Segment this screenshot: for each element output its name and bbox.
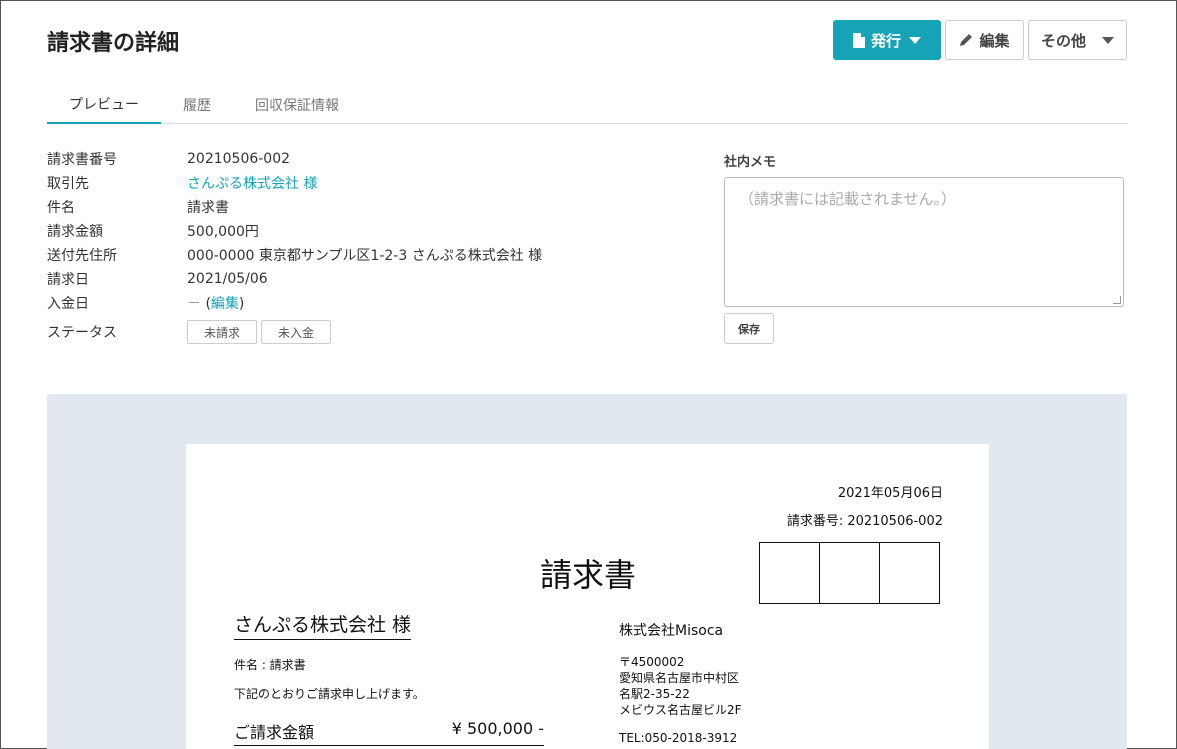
edit-button-label: 編集 [979,31,1010,50]
detail-row-invoice-number: 請求書番号 20210506-002 [47,147,542,171]
invoice-sheet: 2021年05月06日 請求番号: 20210506-002 請求書 さんぷる株… [186,444,989,749]
page-title: 請求書の詳細 [47,31,180,56]
detail-label: 請求書番号 [47,152,117,168]
detail-label: 件名 [47,200,75,216]
detail-label: 請求金額 [47,224,103,240]
preview-greeting: 下記のとおりご請求申し上げます。 [234,687,425,701]
payment-date-edit-link[interactable]: 編集 [211,296,239,312]
preview-amount-row: ご請求金額 ¥ 500,000 - [234,719,544,746]
detail-label: 請求日 [47,272,89,288]
stamp-box [759,542,820,604]
invoice-details: 請求書番号 20210506-002 取引先 さんぷる株式会社 様 件名 請求書… [47,147,542,349]
detail-label: 取引先 [47,176,89,192]
detail-row-client: 取引先 さんぷる株式会社 様 [47,171,542,195]
resize-handle-icon[interactable] [1113,296,1121,304]
payment-date-value: － (編集) [187,293,244,313]
preview-address-line: メビウス名古屋ビル2F [619,703,742,717]
tab-history[interactable]: 履歴 [161,85,233,124]
edit-button[interactable]: 編集 [945,20,1024,60]
preview-doc-number: 請求番号: 20210506-002 [786,514,943,529]
preview-address-line: 愛知県名古屋市中村区 [619,671,740,685]
stamp-box [879,542,940,604]
preview-amount-label: ご請求金額 [234,723,315,742]
detail-label: ステータス [47,325,117,341]
address-value: 000-0000 東京都サンプル区1-2-3 さんぷる株式会社 様 [187,248,543,264]
issue-button-label: 発行 [870,31,901,50]
preview-address-line: 〒4500002 [619,655,685,669]
preview-address: 〒4500002 愛知県名古屋市中村区 名駅2-35-22 メビウス名古屋ビル2… [619,654,742,718]
preview-client: さんぷる株式会社 様 [234,610,412,640]
other-button[interactable]: その他 [1028,20,1127,60]
document-icon [852,32,865,48]
detail-row-address: 送付先住所 000-0000 東京都サンプル区1-2-3 さんぷる株式会社 様 [47,243,542,267]
stamp-box [819,542,880,604]
tab-bar: プレビュー 履歴 回収保証情報 [47,85,1128,124]
stamp-boxes [759,542,940,604]
save-memo-button[interactable]: 保存 [724,313,774,344]
detail-row-amount: 請求金額 500,000円 [47,219,542,243]
tab-preview[interactable]: プレビュー [47,85,161,124]
preview-date: 2021年05月06日 [837,486,943,501]
invoice-number-value: 20210506-002 [187,151,291,167]
status-badge: 未入金 [261,320,331,344]
chevron-down-icon [909,36,921,44]
memo-textarea[interactable]: （請求書には記載されません。） [724,177,1124,307]
chevron-down-icon [1102,36,1114,44]
preview-tel: TEL:050-2018-3912 [619,731,738,745]
status-badge: 未請求 [187,320,257,344]
client-link[interactable]: さんぷる株式会社 様 [187,173,317,193]
memo-label: 社内メモ [724,155,777,170]
detail-row-status: ステータス 未請求 未入金 [47,315,542,349]
preview-subject: 件名 : 請求書 [234,658,306,672]
other-button-label: その他 [1040,31,1086,50]
detail-label: 送付先住所 [47,248,117,264]
invoice-date-value: 2021/05/06 [187,271,268,287]
subject-value: 請求書 [187,200,229,216]
preview-company: 株式会社Misoca [619,623,724,639]
preview-title: 請求書 [540,556,637,594]
paren-close: ) [238,296,245,312]
detail-label: 入金日 [47,296,89,312]
amount-value: 500,000円 [187,224,259,240]
detail-row-invoice-date: 請求日 2021/05/06 [47,267,542,291]
detail-row-payment-date: 入金日 － (編集) [47,291,542,315]
detail-row-subject: 件名 請求書 [47,195,542,219]
tab-collection-guarantee[interactable]: 回収保証情報 [233,85,361,124]
issue-button[interactable]: 発行 [833,20,941,60]
preview-amount-value: ¥ 500,000 - [451,719,544,738]
pencil-icon [959,33,973,47]
payment-date-empty: － [187,296,201,312]
preview-address-line: 名駅2-35-22 [619,687,690,701]
